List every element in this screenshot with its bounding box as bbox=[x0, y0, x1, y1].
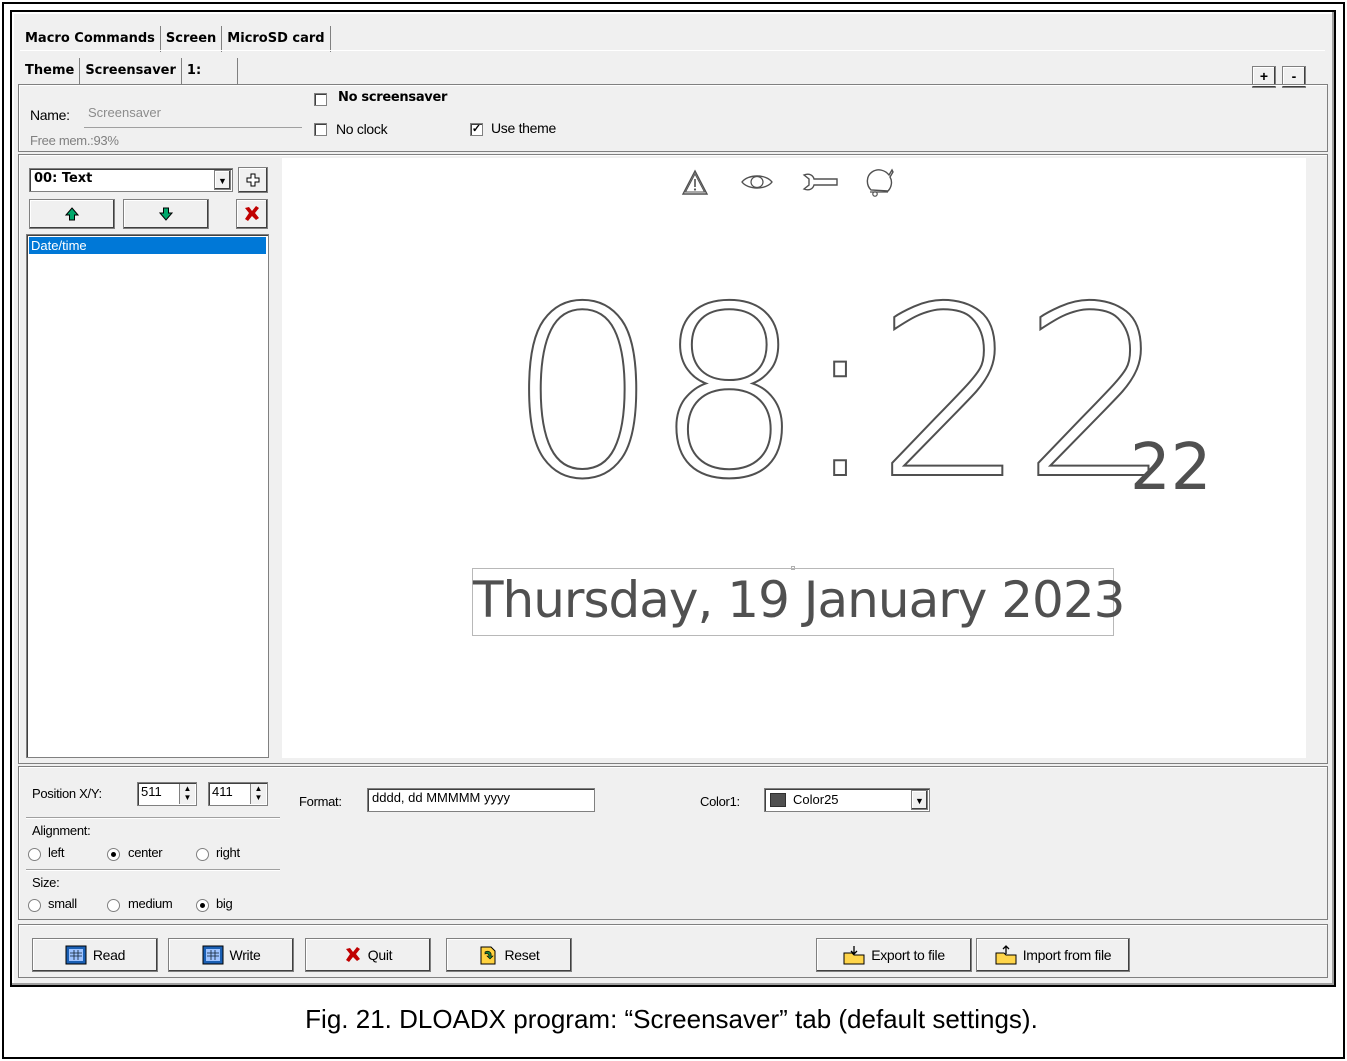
tab-screen[interactable]: Screen bbox=[160, 26, 223, 52]
sub-tabbar: Theme Screensaver 1: bbox=[20, 56, 238, 84]
align-right-label: right bbox=[216, 845, 240, 860]
position-x-spinner[interactable]: 511 ▲ ▼ bbox=[137, 782, 197, 806]
list-item[interactable]: Date/time bbox=[29, 237, 266, 254]
write-button[interactable]: Write bbox=[168, 938, 294, 972]
reset-label: Reset bbox=[504, 947, 540, 963]
alarm-icon bbox=[681, 169, 709, 195]
tab-underline bbox=[20, 50, 1325, 51]
chevron-down-icon[interactable]: ▼ bbox=[911, 790, 928, 810]
free-memory-label: Free mem.:93% bbox=[30, 133, 119, 148]
chevron-down-icon[interactable]: ▼ bbox=[214, 170, 231, 190]
no-screensaver-label: No screensaver bbox=[338, 90, 448, 105]
import-button[interactable]: Import from file bbox=[976, 938, 1130, 972]
read-icon bbox=[65, 945, 87, 965]
spin-arrows-icon[interactable]: ▲ ▼ bbox=[250, 784, 266, 804]
arrow-up-icon bbox=[65, 207, 79, 221]
dloadx-window: Macro Commands Screen MicroSD card Theme… bbox=[10, 10, 1336, 987]
no-screensaver-checkbox[interactable] bbox=[314, 93, 327, 106]
align-left-label: left bbox=[48, 845, 65, 860]
align-center-label: center bbox=[128, 845, 163, 860]
read-label: Read bbox=[92, 947, 126, 963]
clock-seconds: 22 bbox=[1130, 431, 1212, 505]
divider bbox=[26, 817, 280, 818]
wrench-icon bbox=[802, 173, 838, 191]
tab-screensaver[interactable]: Screensaver bbox=[80, 58, 182, 84]
element-select[interactable]: 00: Text ▼ bbox=[29, 168, 233, 192]
delete-element-button[interactable] bbox=[236, 199, 268, 229]
main-tabbar: Macro Commands Screen MicroSD card bbox=[20, 24, 331, 52]
tab-microsd-card[interactable]: MicroSD card bbox=[222, 26, 331, 52]
size-big-label: big bbox=[216, 896, 233, 911]
use-theme-label: Use theme bbox=[491, 120, 556, 136]
element-select-value: 00: Text bbox=[34, 171, 93, 186]
quit-button[interactable]: Quit bbox=[305, 938, 431, 972]
size-small-label: small bbox=[48, 896, 77, 911]
position-x-value: 511 bbox=[141, 784, 162, 799]
name-label: Name: bbox=[30, 107, 70, 123]
write-icon bbox=[202, 945, 224, 965]
reset-icon bbox=[480, 946, 496, 965]
use-theme-checkbox[interactable]: ✓ bbox=[470, 123, 483, 136]
position-label: Position X/Y: bbox=[32, 786, 102, 801]
format-input[interactable]: dddd, dd MMMMM yyyy bbox=[367, 788, 595, 812]
figure-caption: Fig. 21. DLOADX program: “Screensaver” t… bbox=[305, 1004, 1038, 1034]
import-icon bbox=[995, 945, 1017, 965]
reset-button[interactable]: Reset bbox=[446, 938, 572, 972]
align-right-radio[interactable] bbox=[196, 848, 209, 861]
date-text: Thursday, 19 January 2023 bbox=[473, 571, 1126, 629]
import-label: Import from file bbox=[1022, 947, 1112, 963]
bell-icon bbox=[866, 168, 894, 197]
no-clock-label: No clock bbox=[336, 121, 388, 137]
color-select[interactable]: Color25 ▼ bbox=[764, 788, 930, 812]
spin-arrows-icon[interactable]: ▲ ▼ bbox=[179, 784, 195, 804]
name-field[interactable]: Screensaver bbox=[84, 104, 302, 128]
size-small-radio[interactable] bbox=[28, 899, 41, 912]
delete-icon bbox=[245, 206, 259, 221]
close-icon bbox=[345, 947, 360, 962]
clock-time: 08:22 bbox=[507, 256, 1173, 531]
color-label: Color1: bbox=[700, 794, 740, 809]
alignment-label: Alignment: bbox=[32, 823, 91, 838]
position-y-spinner[interactable]: 411 ▲ ▼ bbox=[208, 782, 268, 806]
export-button[interactable]: Export to file bbox=[816, 938, 972, 972]
tab-theme[interactable]: Theme bbox=[20, 58, 81, 84]
quit-label: Quit bbox=[367, 947, 393, 963]
plus-icon bbox=[246, 173, 260, 187]
size-medium-radio[interactable] bbox=[107, 899, 120, 912]
export-icon bbox=[843, 946, 865, 965]
tab-macro-commands[interactable]: Macro Commands bbox=[20, 26, 161, 52]
export-label: Export to file bbox=[871, 947, 945, 963]
size-big-radio[interactable] bbox=[196, 899, 209, 912]
screen-preview[interactable]: 08:22 22 Thursday, 19 January 2023 bbox=[282, 158, 1306, 758]
align-center-radio[interactable] bbox=[107, 848, 120, 861]
add-element-button[interactable] bbox=[238, 167, 268, 193]
size-label: Size: bbox=[32, 875, 60, 890]
tab-1[interactable]: 1: bbox=[181, 58, 238, 84]
date-element[interactable]: Thursday, 19 January 2023 bbox=[472, 568, 1126, 636]
read-button[interactable]: Read bbox=[32, 938, 158, 972]
align-left-radio[interactable] bbox=[28, 848, 41, 861]
eye-icon bbox=[741, 175, 773, 189]
no-clock-checkbox[interactable] bbox=[314, 123, 327, 136]
color-value: Color25 bbox=[793, 792, 839, 807]
color-swatch bbox=[770, 793, 786, 807]
arrow-down-icon bbox=[159, 207, 173, 221]
size-medium-label: medium bbox=[128, 896, 173, 911]
move-down-button[interactable] bbox=[123, 199, 209, 229]
format-label: Format: bbox=[299, 794, 342, 809]
move-up-button[interactable] bbox=[29, 199, 115, 229]
element-list[interactable]: Date/time bbox=[26, 234, 269, 758]
position-y-value: 411 bbox=[212, 784, 233, 799]
divider bbox=[26, 869, 280, 870]
write-label: Write bbox=[229, 947, 261, 963]
